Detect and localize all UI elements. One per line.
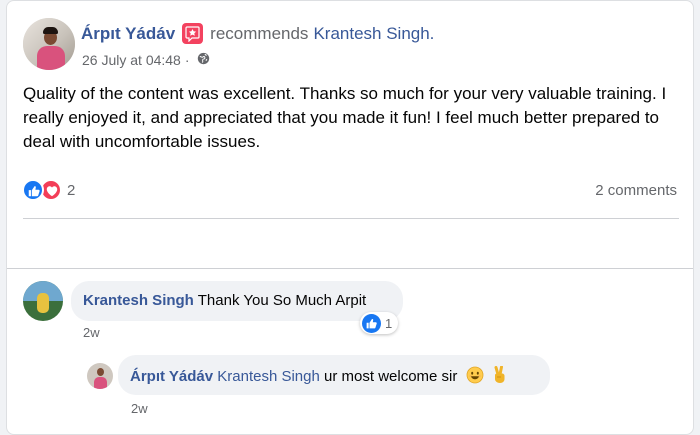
divider (23, 218, 679, 219)
reply-author-link[interactable]: Árpıt Yádáv (130, 368, 213, 385)
reactions-summary[interactable]: 2 (22, 179, 75, 201)
divider (7, 268, 693, 269)
recommends-text: recommends (210, 23, 309, 43)
post-content: Quality of the content was excellent. Th… (23, 84, 667, 151)
smiling-face-icon (466, 366, 484, 388)
post-meta: 26 July at 04:48 · (82, 52, 210, 68)
reaction-count: 2 (67, 181, 76, 199)
comment-text: Thank You So Much Arpit (197, 292, 367, 309)
commenter-avatar[interactable] (23, 281, 63, 321)
comment-author-link[interactable]: Krantesh Singh (83, 292, 194, 309)
post-card: Árpıt Yádáv recommends Krantesh Singh. 2… (6, 0, 694, 435)
comments-count-link[interactable]: 2 comments (595, 182, 677, 199)
author-avatar[interactable] (23, 18, 75, 70)
reply-author-avatar[interactable] (87, 363, 113, 389)
meta-separator: · (184, 52, 190, 68)
post-header: Árpıt Yádáv recommends Krantesh Singh. (81, 23, 434, 44)
post-timestamp[interactable]: 26 July at 04:48 (82, 52, 181, 68)
reply-timestamp[interactable]: 2w (131, 401, 148, 416)
comment-timestamp[interactable]: 2w (83, 325, 100, 340)
comment-reactions[interactable]: 1 (360, 312, 399, 334)
reply-text: ur most welcome sir (324, 368, 458, 385)
recommendation-star-icon (182, 23, 204, 44)
victory-hand-icon (492, 365, 508, 388)
post-author-link[interactable]: Árpıt Yádáv (81, 24, 175, 44)
reply-bubble: Árpıt Yádáv Krantesh Singh ur most welco… (118, 355, 550, 395)
like-icon (22, 179, 44, 201)
comment-reaction-count: 1 (385, 315, 393, 331)
reply-mention-link[interactable]: Krantesh Singh (217, 368, 320, 385)
like-icon (362, 313, 381, 333)
recommended-page-link[interactable]: Krantesh Singh. (313, 24, 434, 44)
globe-icon[interactable] (197, 52, 210, 68)
comment-bubble: Krantesh Singh Thank You So Much Arpit (71, 281, 403, 321)
